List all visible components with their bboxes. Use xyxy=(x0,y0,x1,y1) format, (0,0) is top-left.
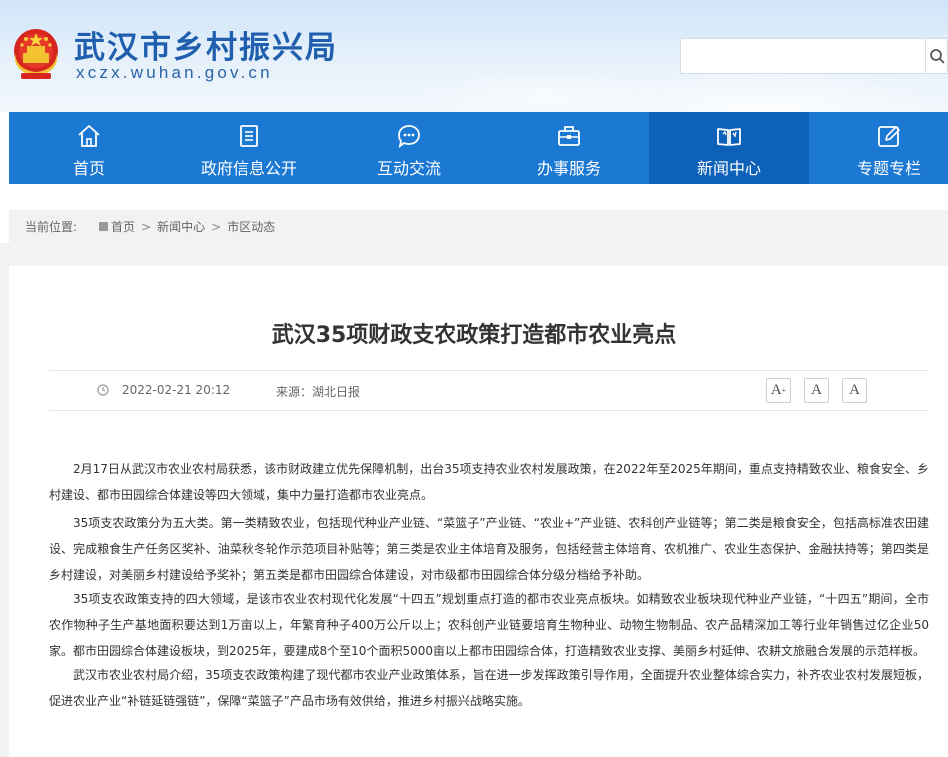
search-button[interactable] xyxy=(926,38,948,74)
clock-icon xyxy=(97,384,109,396)
main-nav: 首页 政府信息公开 互动交流 办事服务 新闻中心 专题专栏 xyxy=(9,112,948,184)
nav-item-gov-info[interactable]: 政府信息公开 xyxy=(169,112,329,184)
article-paragraph: 2月17日从武汉市农业农村局获悉，该市财政建立优先保障机制，出台35项支持农业农… xyxy=(49,462,929,502)
briefcase-icon xyxy=(558,126,580,146)
nav-label: 专题专栏 xyxy=(856,159,921,178)
article-paragraph: 35项支农政策分为五大类。第一类精致农业，包括现代种业产业链、“菜篮子”产业链、… xyxy=(49,516,929,582)
breadcrumb-prefix: 当前位置: xyxy=(25,220,78,234)
site-domain: xczx.wuhan.gov.cn xyxy=(76,63,273,82)
nav-item-home[interactable]: 首页 xyxy=(9,112,169,184)
article-date: 2022-02-21 20:12 xyxy=(122,383,231,397)
breadcrumb-separator: > xyxy=(211,219,222,234)
font-size-increase-button[interactable]: A + xyxy=(766,378,791,403)
nav-item-services[interactable]: 办事服务 xyxy=(489,112,649,184)
search-icon xyxy=(929,49,945,64)
breadcrumb-separator: > xyxy=(141,219,152,234)
national-emblem-icon[interactable] xyxy=(9,26,63,82)
breadcrumb-news[interactable]: 新闻中心 xyxy=(157,218,205,235)
article-source: 来源：湖北日报 xyxy=(276,385,361,399)
font-size-default-button[interactable]: A xyxy=(804,378,829,403)
nav-item-topics[interactable]: 专题专栏 xyxy=(809,112,948,184)
document-icon xyxy=(240,125,258,147)
nav-label: 首页 xyxy=(72,159,105,178)
article-title: 武汉35项财政支农政策打造都市农业亮点 xyxy=(271,323,677,348)
article-paragraph: 35项支农政策支持的四大领域，是该市农业农村现代化发展“十四五”规划重点打造的都… xyxy=(49,592,929,658)
nav-label: 政府信息公开 xyxy=(200,159,297,178)
divider xyxy=(49,410,929,411)
site-title[interactable]: 武汉市乡村振兴局 xyxy=(74,22,338,67)
home-icon xyxy=(78,125,100,147)
nav-label: 新闻中心 xyxy=(696,159,761,178)
search-input[interactable] xyxy=(680,38,926,74)
nav-label: 办事服务 xyxy=(536,159,601,178)
breadcrumb-home[interactable]: 首页 xyxy=(111,218,135,235)
book-icon xyxy=(717,128,741,146)
breadcrumb: 当前位置: 首页 > 新闻中心 > 市区动态 xyxy=(9,210,948,243)
nav-item-interaction[interactable]: 互动交流 xyxy=(329,112,489,184)
breadcrumb-city-news[interactable]: 市区动态 xyxy=(227,218,275,235)
article-paragraph: 武汉市农业农村局介绍，35项支农政策构建了现代都市农业产业政策体系，旨在进一步发… xyxy=(49,668,929,708)
edit-icon xyxy=(878,126,900,147)
font-size-decrease-button[interactable]: A xyxy=(842,378,867,403)
nav-item-news[interactable]: 新闻中心 xyxy=(649,112,809,184)
home-icon xyxy=(99,222,109,231)
divider xyxy=(49,370,929,371)
chat-icon xyxy=(398,125,420,149)
nav-label: 互动交流 xyxy=(376,159,441,178)
